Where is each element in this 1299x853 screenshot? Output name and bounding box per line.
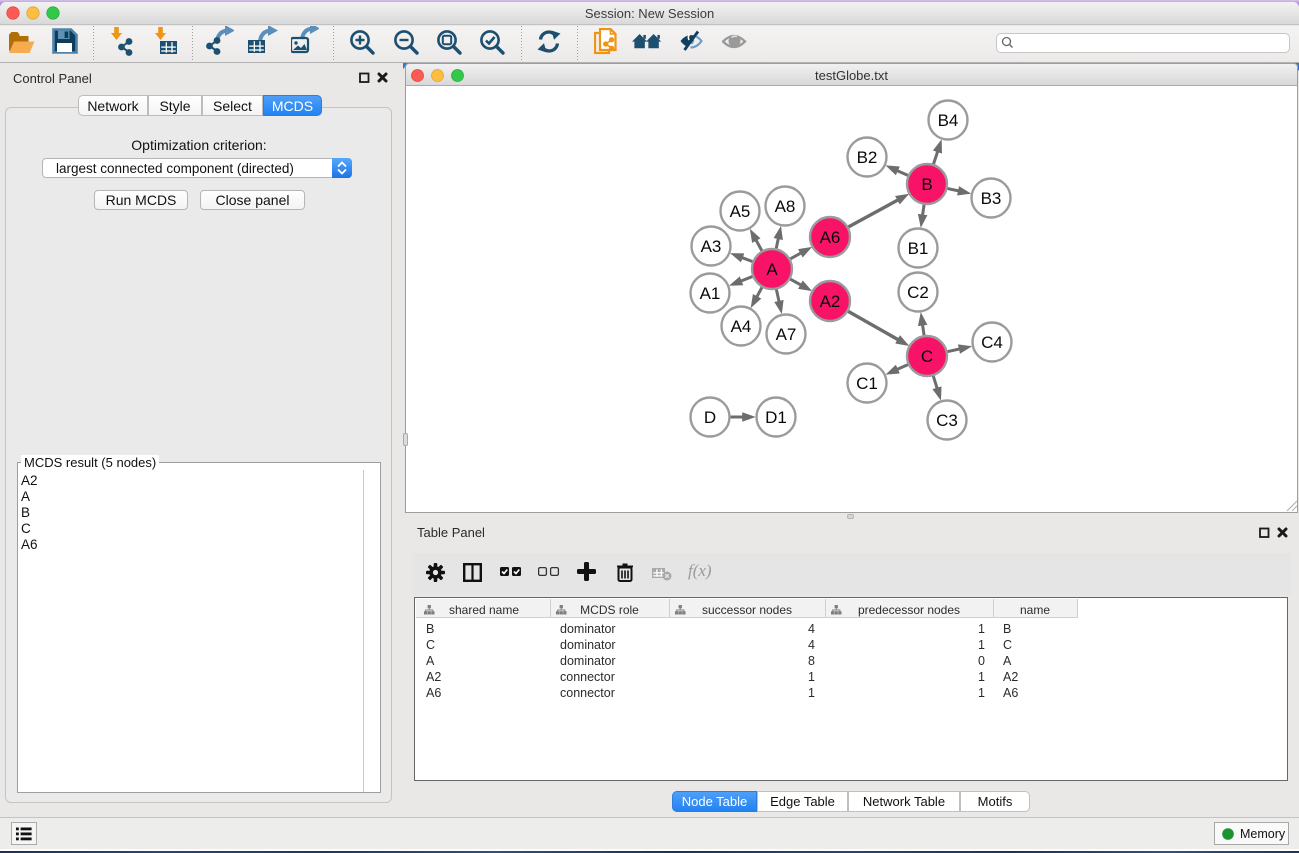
svg-text:A5: A5	[730, 202, 751, 221]
svg-text:C1: C1	[856, 374, 878, 393]
svg-text:B2: B2	[857, 148, 878, 167]
svg-text:A8: A8	[775, 197, 796, 216]
svg-text:D: D	[704, 408, 716, 427]
svg-text:C3: C3	[936, 411, 958, 430]
svg-text:A6: A6	[820, 228, 841, 247]
svg-text:B4: B4	[938, 111, 959, 130]
svg-text:A2: A2	[820, 292, 841, 311]
svg-text:B1: B1	[908, 239, 929, 258]
svg-text:A: A	[766, 260, 778, 279]
svg-text:A3: A3	[701, 237, 722, 256]
svg-text:C4: C4	[981, 333, 1003, 352]
svg-text:C2: C2	[907, 283, 929, 302]
svg-text:B: B	[921, 175, 932, 194]
svg-text:A1: A1	[700, 284, 721, 303]
svg-text:B3: B3	[981, 189, 1002, 208]
svg-text:C: C	[921, 347, 933, 366]
svg-text:D1: D1	[765, 408, 787, 427]
svg-text:A4: A4	[731, 317, 752, 336]
svg-text:A7: A7	[776, 325, 797, 344]
